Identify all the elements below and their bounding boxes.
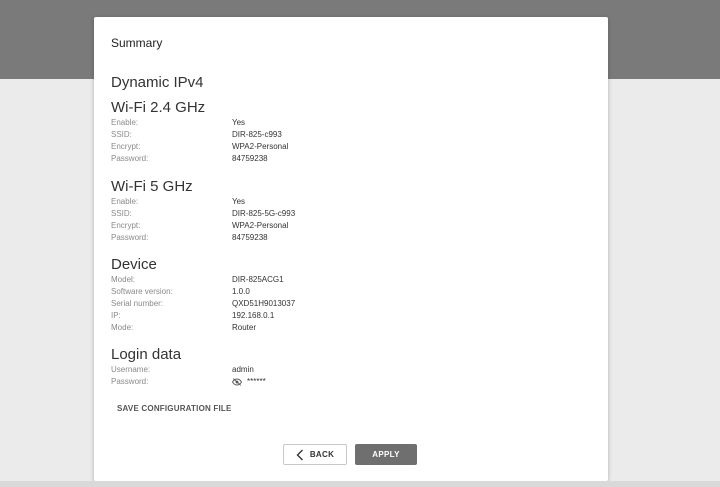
- wifi24-ssid-value: DIR-825-c993: [232, 130, 282, 139]
- device-model-row: Model: DIR-825ACG1: [111, 274, 591, 285]
- wifi5-encrypt-label: Encrypt:: [111, 221, 141, 230]
- login-username-label: Username:: [111, 365, 151, 374]
- wifi5-encrypt-value: WPA2-Personal: [232, 221, 289, 230]
- device-ip-row: IP: 192.168.0.1: [111, 310, 591, 321]
- wifi5-password-label: Password:: [111, 233, 149, 242]
- wifi5-enable-row: Enable: Yes: [111, 196, 591, 207]
- login-username-row: Username: admin: [111, 364, 591, 375]
- wifi24-enable-row: Enable: Yes: [111, 117, 591, 128]
- device-section-title: Device: [111, 256, 157, 273]
- device-software-label: Software version:: [111, 287, 173, 296]
- wifi5-ssid-row: SSID: DIR-825-5G-c993: [111, 208, 591, 219]
- device-software-row: Software version: 1.0.0: [111, 286, 591, 297]
- device-ip-value: 192.168.0.1: [232, 311, 275, 320]
- wifi24-password-row: Password: 84759238: [111, 153, 591, 164]
- device-mode-value: Router: [232, 323, 257, 332]
- wifi24-enable-label: Enable:: [111, 118, 139, 127]
- device-serial-value: QXD51H9013037: [232, 299, 296, 308]
- wifi5-ssid-value: DIR-825-5G-c993: [232, 209, 296, 218]
- login-password-value: ******: [247, 377, 266, 386]
- device-serial-label: Serial number:: [111, 299, 164, 308]
- device-mode-label: Mode:: [111, 323, 134, 332]
- apply-button-label: APPLY: [372, 450, 400, 459]
- save-configuration-file-button[interactable]: SAVE CONFIGURATION FILE: [117, 404, 232, 413]
- back-button[interactable]: BACK: [283, 444, 347, 465]
- page-title: Summary: [111, 36, 163, 50]
- connection-type-title: Dynamic IPv4: [111, 74, 204, 91]
- wifi24-password-value: 84759238: [232, 154, 268, 163]
- wifi5-enable-value: Yes: [232, 197, 246, 206]
- wifi5-password-row: Password: 84759238: [111, 232, 591, 243]
- device-model-label: Model:: [111, 275, 136, 284]
- device-model-value: DIR-825ACG1: [232, 275, 284, 284]
- device-software-value: 1.0.0: [232, 287, 250, 296]
- apply-button[interactable]: APPLY: [355, 444, 417, 465]
- wifi5-enable-label: Enable:: [111, 197, 139, 206]
- login-password-field: ******: [232, 376, 266, 387]
- wifi24-encrypt-value: WPA2-Personal: [232, 142, 289, 151]
- eye-slash-icon[interactable]: [232, 377, 242, 386]
- wifi24-enable-value: Yes: [232, 118, 246, 127]
- bottom-strip: [0, 481, 720, 487]
- login-username-value: admin: [232, 365, 254, 374]
- wifi24-ssid-label: SSID:: [111, 130, 132, 139]
- login-password-label: Password:: [111, 377, 149, 386]
- wifi24-password-label: Password:: [111, 154, 149, 163]
- wifi5-password-value: 84759238: [232, 233, 268, 242]
- summary-card: Summary Dynamic IPv4 Wi-Fi 2.4 GHz Enabl…: [94, 17, 608, 481]
- wifi24-encrypt-row: Encrypt: WPA2-Personal: [111, 141, 591, 152]
- login-password-row: Password: ******: [111, 376, 591, 387]
- wifi24-encrypt-label: Encrypt:: [111, 142, 141, 151]
- device-mode-row: Mode: Router: [111, 322, 591, 333]
- wifi5-encrypt-row: Encrypt: WPA2-Personal: [111, 220, 591, 231]
- wifi5-ssid-label: SSID:: [111, 209, 132, 218]
- login-section-title: Login data: [111, 346, 182, 363]
- wifi24-ssid-row: SSID: DIR-825-c993: [111, 129, 591, 140]
- device-serial-row: Serial number: QXD51H9013037: [111, 298, 591, 309]
- back-button-label: BACK: [309, 450, 335, 459]
- wifi5-section-title: Wi-Fi 5 GHz: [111, 178, 193, 195]
- wifi24-section-title: Wi-Fi 2.4 GHz: [111, 99, 206, 116]
- chevron-left-icon: [296, 449, 304, 461]
- device-ip-label: IP:: [111, 311, 121, 320]
